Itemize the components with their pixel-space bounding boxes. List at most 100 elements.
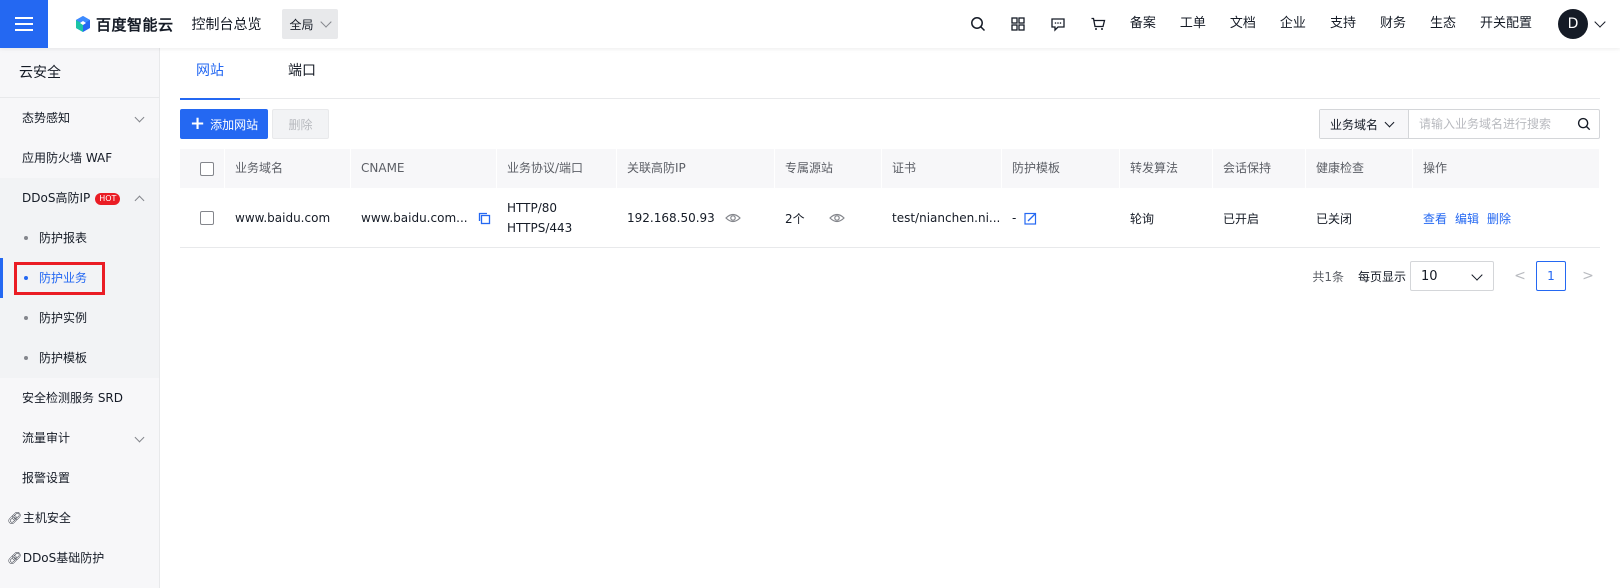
chevron-down-icon [134,432,145,443]
col-header-template: 防护模板 [1002,149,1120,188]
col-header-origin: 专属源站 [775,149,882,188]
tab-bar: 网站 端口 [180,48,1600,100]
link-icon: 🔗︎ [7,551,23,565]
sidebar-item-label: 报警设置 [22,471,71,485]
chevron-down-icon [134,112,145,123]
delete-link[interactable]: 删除 [1487,210,1511,227]
sidebar-item-label: 流量审计 [22,431,71,445]
main-content: 网站 端口 + 添加网站 删除 业务域名 业务域名 CNAME 业务协议/端口 … [160,48,1620,588]
add-website-button[interactable]: + 添加网站 [180,109,269,139]
bullet-icon [24,316,28,320]
user-avatar[interactable]: D [1558,9,1588,39]
sidebar-item-ddos[interactable]: DDoS高防IP HOT [0,178,159,218]
col-header-algo: 转发算法 [1120,149,1213,188]
nav-link-docs[interactable]: 文档 [1218,0,1268,48]
tab-port[interactable]: 端口 [272,48,332,99]
sidebar-subitem-report[interactable]: 防护报表 [0,218,159,258]
col-header-domain: 业务域名 [225,149,351,188]
nav-link-enterprise[interactable]: 企业 [1268,0,1318,48]
sidebar-item-situation[interactable]: 态势感知 [0,98,159,138]
region-select[interactable]: 全局 [281,9,338,39]
plus-icon: + [190,113,206,134]
tab-website[interactable]: 网站 [180,48,240,100]
search-input[interactable] [1409,110,1569,138]
sidebar-subitem-template[interactable]: 防护模板 [0,338,159,378]
protocol-http: HTTP/80 [507,201,558,215]
chevron-down-icon[interactable] [1594,16,1606,28]
eye-icon[interactable] [724,212,741,224]
next-page-button[interactable]: > [1576,268,1600,284]
col-header-ip: 关联高防IP [617,149,775,188]
sidebar-link-ddos-basic[interactable]: 🔗︎ DDoS基础防护 [0,538,159,578]
search-type-value: 业务域名 [1330,117,1379,132]
col-header-protocol: 业务协议/端口 [497,149,617,188]
copy-icon[interactable] [478,212,491,225]
prev-page-button[interactable]: < [1508,268,1532,284]
message-icon[interactable] [1038,0,1078,48]
nav-link-finance[interactable]: 财务 [1368,0,1418,48]
toolbar: + 添加网站 删除 业务域名 [180,109,1600,139]
delete-button[interactable]: 删除 [272,109,329,139]
table-row: www.baidu.com www.baidu.com... HTTP/80 H… [180,188,1600,248]
view-link[interactable]: 查看 [1423,210,1447,227]
brand-logo[interactable]: 百度智能云 [74,14,174,35]
region-value: 全局 [289,17,314,32]
nav-link-support[interactable]: 支持 [1318,0,1368,48]
cname-text: www.baidu.com... [361,211,468,225]
search-icon[interactable] [1569,110,1599,138]
col-header-cert: 证书 [882,149,1002,188]
select-all-cell [180,149,225,188]
search-type-select[interactable]: 业务域名 [1320,110,1409,138]
website-table: 业务域名 CNAME 业务协议/端口 关联高防IP 专属源站 证书 防护模板 转… [180,149,1600,248]
select-all-checkbox[interactable] [200,161,214,176]
sidebar-item-alarm[interactable]: 报警设置 [0,458,159,498]
template-text: - [1012,211,1017,225]
cell-algo: 轮询 [1130,211,1155,226]
menu-button[interactable] [0,0,48,48]
hamburger-icon [15,17,33,31]
col-header-ops: 操作 [1413,149,1600,188]
nav-link-filing[interactable]: 备案 [1118,0,1168,48]
cart-icon[interactable] [1078,0,1118,48]
page-size-label: 每页显示 [1357,269,1406,284]
sidebar-item-label: 防护报表 [39,231,88,245]
sidebar-subitem-business[interactable]: 防护业务 [0,258,159,298]
col-header-cname: CNAME [351,149,497,188]
eye-icon[interactable] [828,212,845,224]
nav-link-ecosystem[interactable]: 生态 [1418,0,1468,48]
sidebar-item-label: 应用防火墙 WAF [22,151,113,165]
apps-grid-icon[interactable] [998,0,1038,48]
header-actions: 备案 工单 文档 企业 支持 财务 生态 开关配置 D [958,0,1620,48]
sidebar-item-waf[interactable]: 应用防火墙 WAF [0,138,159,178]
row-checkbox[interactable] [200,211,214,225]
page-size-select[interactable]: 10 [1410,261,1494,291]
edit-link[interactable]: 编辑 [1455,210,1479,227]
sidebar-title: 云安全 [0,48,159,98]
add-website-label: 添加网站 [210,117,259,132]
sidebar-item-label: 安全检测服务 SRD [22,391,124,405]
chevron-up-icon [134,195,145,206]
nav-link-ticket[interactable]: 工单 [1168,0,1218,48]
cell-ops: 查看 编辑 删除 [1413,188,1600,248]
page-number-button[interactable]: 1 [1536,261,1566,291]
sidebar-link-host-security[interactable]: 🔗︎ 主机安全 [0,498,159,538]
col-header-health: 健康检查 [1306,149,1413,188]
sidebar-item-flow-audit[interactable]: 流量审计 [0,418,159,458]
search-icon[interactable] [958,0,998,48]
console-overview-link[interactable]: 控制台总览 [192,14,262,34]
nav-link-switch-config[interactable]: 开关配置 [1468,0,1544,48]
edit-icon[interactable] [1024,212,1037,225]
sidebar: 云安全 态势感知 应用防火墙 WAF DDoS高防IP HOT 防护报表 防护业务… [0,48,160,588]
cell-session: 已开启 [1223,211,1260,226]
search-box: 业务域名 [1319,109,1600,139]
row-select-cell [180,188,225,248]
pagination: 共1条 每页显示 10 < 1 > [1312,261,1600,291]
table-header: 业务域名 CNAME 业务协议/端口 关联高防IP 专属源站 证书 防护模板 转… [180,149,1600,188]
link-icon: 🔗︎ [7,511,23,525]
sidebar-subitem-instance[interactable]: 防护实例 [0,298,159,338]
chevron-down-icon [1384,117,1395,127]
sidebar-item-label: 防护实例 [39,311,88,325]
sidebar-item-srd[interactable]: 安全检测服务 SRD [0,378,159,418]
cell-cname: www.baidu.com... [351,188,497,248]
sidebar-item-label: 态势感知 [22,111,71,125]
